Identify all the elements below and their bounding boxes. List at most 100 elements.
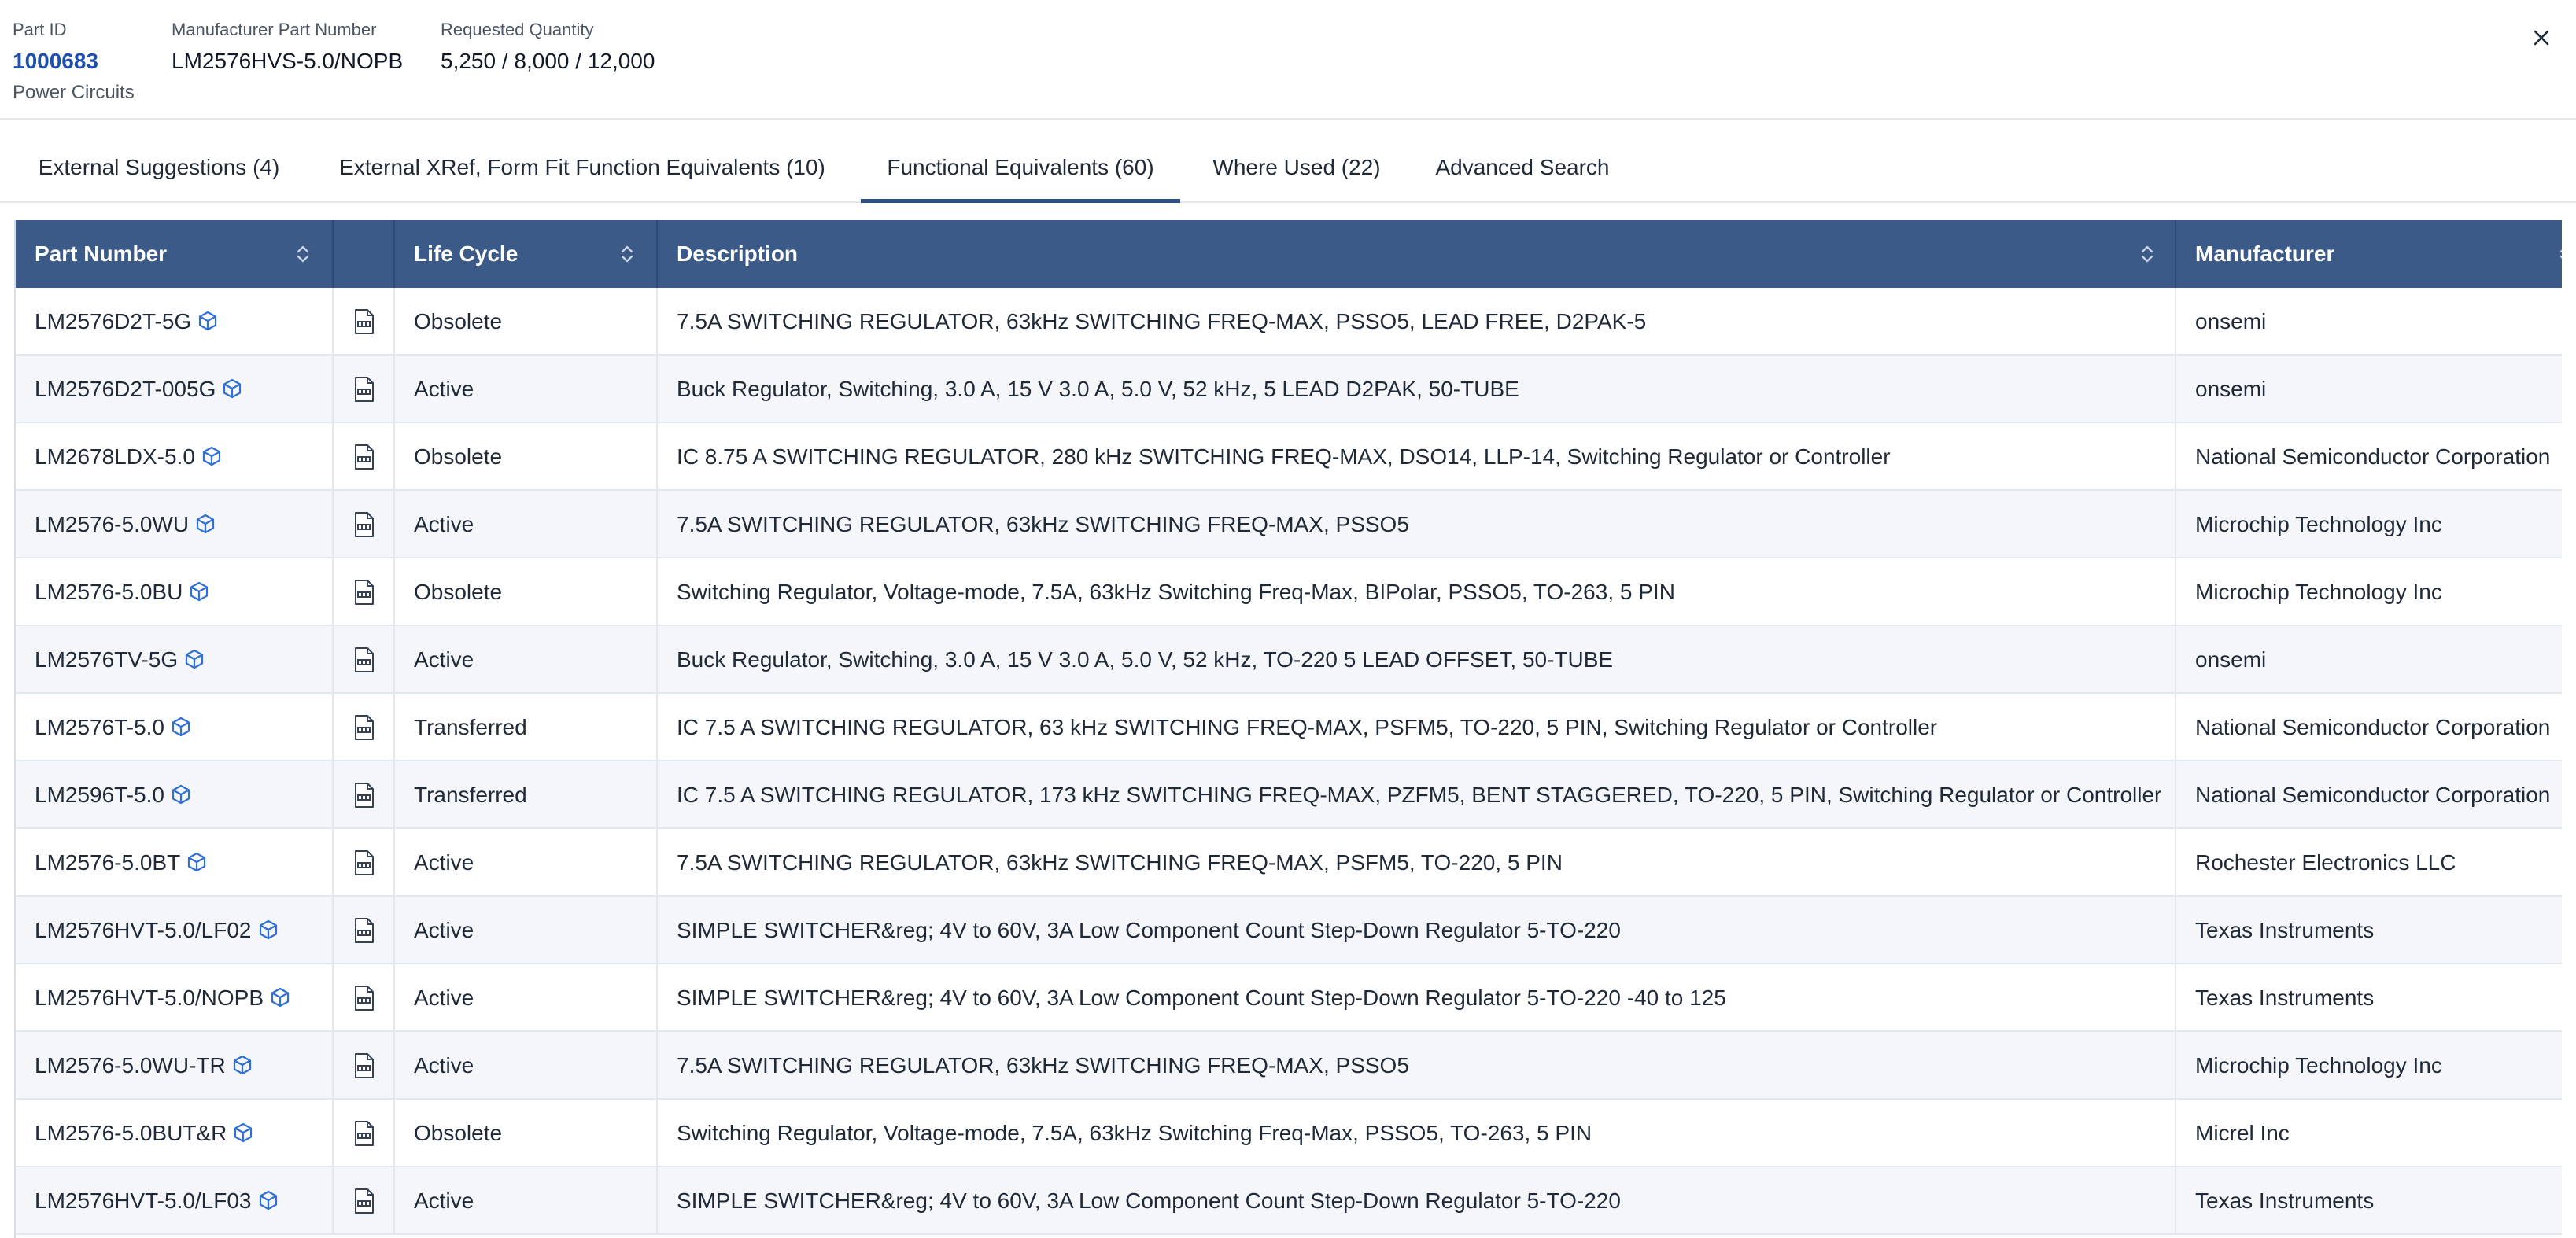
cell-description: IC 7.5 A SWITCHING REGULATOR, 173 kHz SW… — [658, 761, 2176, 829]
table-row[interactable]: LM2576HVT-5.0/LF03 Active SIMPLE SWITCHER&… — [16, 1167, 2562, 1235]
close-button[interactable] — [2522, 19, 2560, 57]
pdf-icon[interactable] — [352, 1052, 376, 1079]
cell-datasheet — [334, 356, 395, 423]
cell-life-cycle: Active — [395, 626, 658, 694]
sort-icon — [621, 245, 633, 263]
cell-datasheet — [334, 1167, 395, 1235]
tab-functional-equivalents[interactable]: Functional Equivalents (60) — [861, 120, 1180, 203]
cell-datasheet — [334, 694, 395, 761]
part-number-link[interactable]: LM2576TV-5G — [35, 647, 178, 672]
tab-external-xref[interactable]: External XRef, Form Fit Function Equival… — [318, 120, 847, 203]
part-id-link[interactable]: 1000683 — [13, 46, 135, 77]
cube-icon[interactable] — [196, 309, 220, 333]
table-row[interactable]: LM2576T-5.0 Transferred IC 7.5 A SWITCHING… — [16, 694, 2562, 761]
pdf-icon[interactable] — [352, 917, 376, 944]
cell-manufacturer: Micrel Inc — [2195, 1121, 2290, 1145]
tab-advanced-search[interactable]: Advanced Search — [1416, 120, 1629, 203]
cell-manufacturer: Texas Instruments — [2195, 918, 2375, 942]
part-number-link[interactable]: LM2576-5.0BU — [35, 580, 183, 604]
cube-icon[interactable] — [169, 715, 193, 739]
table-row[interactable]: LM2576D2T-5G Obsolete 7.5A SWITCHING REGUL… — [16, 288, 2562, 356]
cell-life-cycle: Active — [395, 829, 658, 897]
pdf-icon[interactable] — [352, 1120, 376, 1147]
cube-icon[interactable] — [194, 512, 217, 536]
cell-manufacturer: Microchip Technology Inc — [2195, 512, 2442, 536]
part-number-link[interactable]: LM2678LDX-5.0 — [35, 444, 195, 469]
pdf-icon[interactable] — [352, 647, 376, 673]
cube-icon[interactable] — [200, 444, 223, 468]
part-number-link[interactable]: LM2576HVT-5.0/NOPB — [35, 986, 264, 1010]
table-row[interactable]: LM2576HVT-5.0/LF02 Active SIMPLE SWITCHER&… — [16, 897, 2562, 964]
cell-manufacturer: onsemi — [2195, 309, 2267, 333]
sort-icon — [297, 245, 309, 263]
cell-description: 7.5A SWITCHING REGULATOR, 63kHz SWITCHIN… — [658, 1032, 2176, 1100]
pdf-icon[interactable] — [352, 511, 376, 538]
table-row[interactable]: LM2576-5.0BUT&R Obsolete Switching Regulat… — [16, 1100, 2562, 1167]
cube-icon[interactable] — [256, 918, 280, 941]
cell-manufacturer: Texas Instruments — [2195, 1188, 2375, 1213]
pdf-icon[interactable] — [352, 579, 376, 606]
tab-where-used[interactable]: Where Used (22) — [1198, 120, 1396, 203]
pdf-icon[interactable] — [352, 849, 376, 876]
cube-icon[interactable] — [268, 986, 292, 1009]
cube-icon[interactable] — [256, 1188, 280, 1212]
part-number-link[interactable]: LM2576D2T-005G — [35, 377, 216, 401]
part-number-link[interactable]: LM2576-5.0WU-TR — [35, 1053, 226, 1078]
cell-datasheet — [334, 897, 395, 964]
column-header-description[interactable]: Description — [658, 220, 2176, 288]
part-number-link[interactable]: LM2576HVT-5.0/LF03 — [35, 1188, 252, 1213]
table-row[interactable]: LM2576HVT-5.0/NOPB Active SIMPLE SWITCHER&… — [16, 964, 2562, 1032]
part-category: Power Circuits — [13, 82, 135, 103]
table-row[interactable]: LM2596T-5.0 Transferred IC 7.5 A SWITCHING… — [16, 761, 2562, 829]
column-header-life-cycle[interactable]: Life Cycle — [395, 220, 658, 288]
part-number-link[interactable]: LM2576-5.0BUT&R — [35, 1121, 227, 1145]
table-row[interactable]: LM2678LDX-5.0 Obsolete IC 8.75 A SWITCHING… — [16, 423, 2562, 491]
table-row[interactable]: LM2576-5.0BU Obsolete Switching Regulator,… — [16, 558, 2562, 626]
column-header-manufacturer[interactable]: Manufacturer — [2176, 220, 2562, 288]
table-row[interactable]: LM2576TV-5G Active Buck Regulator, Switchi… — [16, 626, 2562, 694]
pdf-icon[interactable] — [352, 782, 376, 809]
pdf-icon[interactable] — [352, 376, 376, 403]
pdf-icon[interactable] — [352, 444, 376, 470]
part-number-link[interactable]: LM2576D2T-5G — [35, 309, 191, 333]
cube-icon[interactable] — [231, 1121, 255, 1144]
part-number-link[interactable]: LM2576-5.0WU — [35, 512, 189, 536]
cube-icon[interactable] — [183, 647, 206, 671]
pdf-icon[interactable] — [352, 308, 376, 335]
cell-datasheet — [334, 829, 395, 897]
cell-part-number: LM2576-5.0BT — [16, 829, 334, 897]
cell-datasheet — [334, 558, 395, 626]
part-number-link[interactable]: LM2596T-5.0 — [35, 783, 164, 807]
cell-manufacturer: National Semiconductor Corporation — [2195, 783, 2551, 807]
cell-part-number: LM2576T-5.0 — [16, 694, 334, 761]
table-row[interactable]: LM2576-5.0BT Active 7.5A SWITCHING REGULAT… — [16, 829, 2562, 897]
cube-icon[interactable] — [187, 580, 211, 603]
part-number-link[interactable]: LM2576HVT-5.0/LF02 — [35, 918, 252, 942]
part-number-link[interactable]: LM2576T-5.0 — [35, 715, 164, 739]
pdf-icon[interactable] — [352, 985, 376, 1011]
cube-icon[interactable] — [185, 850, 209, 874]
pdf-icon[interactable] — [352, 1188, 376, 1214]
cell-description: Buck Regulator, Switching, 3.0 A, 15 V 3… — [658, 626, 2176, 694]
cell-description: SIMPLE SWITCHER&reg; 4V to 60V, 3A Low C… — [658, 897, 2176, 964]
cube-icon[interactable] — [169, 783, 193, 806]
cell-part-number: LM2678LDX-5.0 — [16, 423, 334, 491]
cell-life-cycle: Active — [395, 964, 658, 1032]
sort-icon — [2141, 245, 2153, 263]
cell-datasheet — [334, 288, 395, 356]
column-label-part-number: Part Number — [35, 241, 168, 266]
pdf-icon[interactable] — [352, 714, 376, 741]
table-row[interactable]: LM2576D2T-005G Active Buck Regulator, Swit… — [16, 356, 2562, 423]
column-header-part-number[interactable]: Part Number — [16, 220, 334, 288]
cell-datasheet — [334, 491, 395, 558]
part-number-link[interactable]: LM2576-5.0BT — [35, 850, 180, 875]
cell-description: IC 8.75 A SWITCHING REGULATOR, 280 kHz S… — [658, 423, 2176, 491]
cube-icon[interactable] — [220, 377, 244, 400]
cell-life-cycle: Transferred — [395, 694, 658, 761]
cube-icon[interactable] — [231, 1053, 254, 1077]
table-row[interactable]: LM2576-5.0WU-TR Active 7.5A SWITCHING REGU… — [16, 1032, 2562, 1100]
table-row[interactable]: LM2576-5.0WU Active 7.5A SWITCHING REGULAT… — [16, 491, 2562, 558]
tab-external-suggestions[interactable]: External Suggestions (4) — [17, 120, 301, 203]
column-label-life-cycle: Life Cycle — [414, 241, 519, 266]
cell-part-number: LM2576HVT-5.0/LF02 — [16, 897, 334, 964]
